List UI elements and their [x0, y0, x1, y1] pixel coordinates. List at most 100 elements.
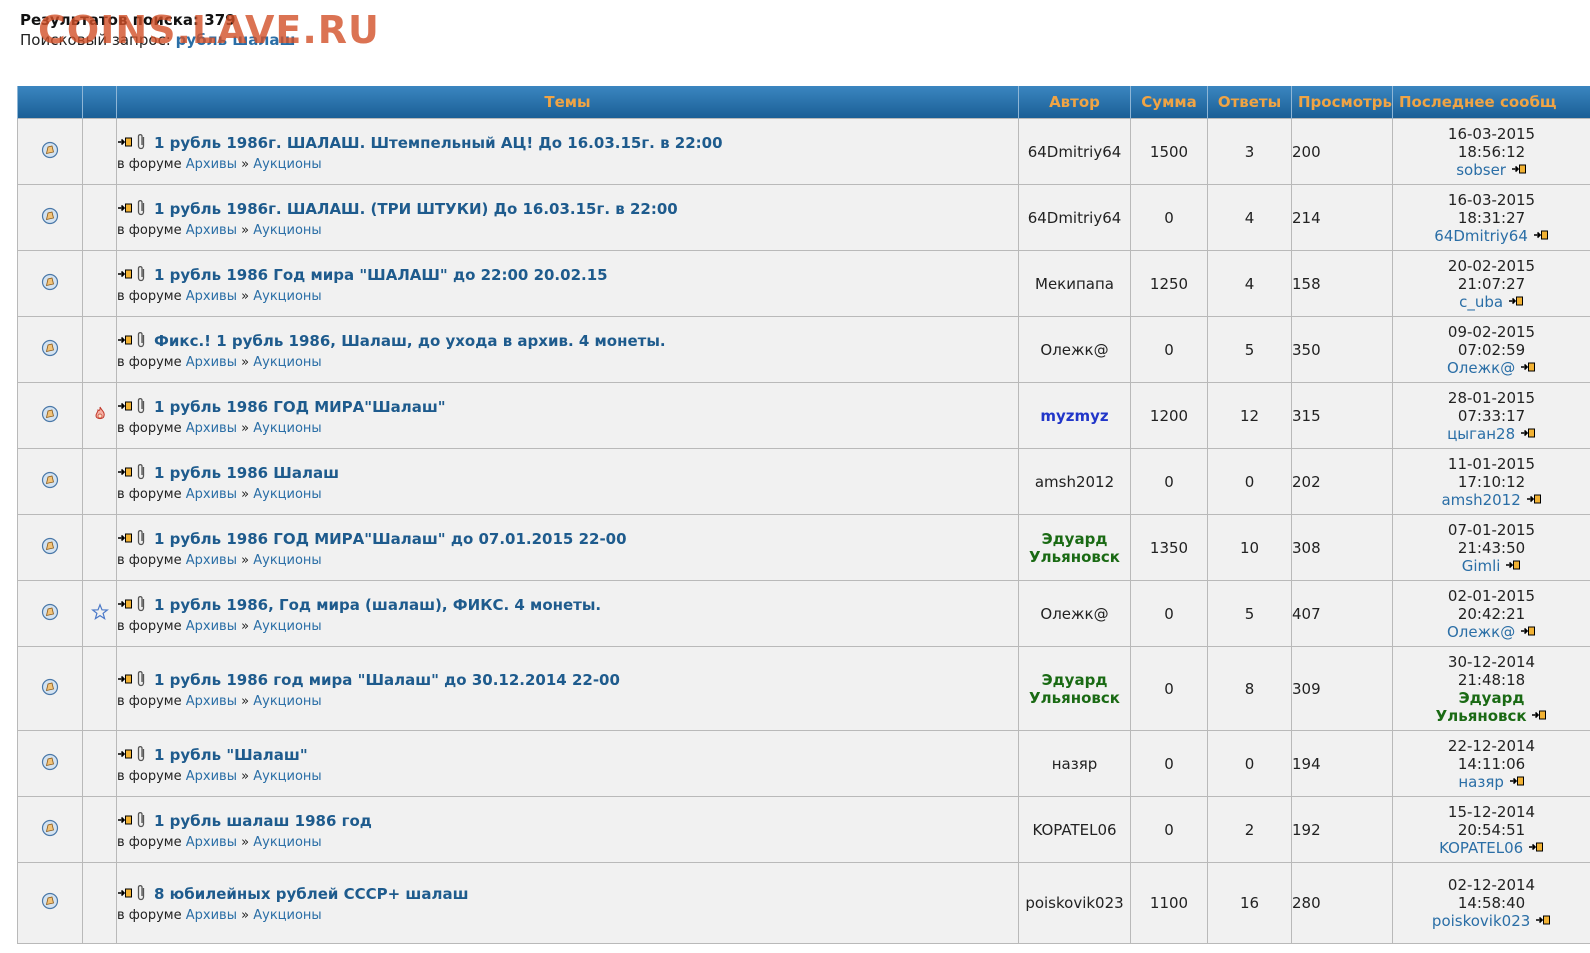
forum-path: в форуме Архивы » Аукционы	[117, 619, 1018, 634]
header-replies[interactable]: Ответы	[1207, 86, 1292, 119]
topic-title-link[interactable]: Фикс.! 1 рубль 1986, Шалаш, до ухода в а…	[154, 332, 666, 350]
author-link[interactable]: Олежк@	[1040, 605, 1108, 623]
goto-last-post-icon[interactable]	[1509, 773, 1525, 791]
replies-cell: 4	[1207, 250, 1292, 317]
goto-newest-icon[interactable]	[117, 398, 133, 416]
forum-link[interactable]: Архивы	[186, 157, 237, 172]
subforum-link[interactable]: Аукционы	[253, 769, 321, 784]
forum-link[interactable]: Архивы	[186, 769, 237, 784]
topic-title-link[interactable]: 1 рубль 1986г. ШАЛАШ. (ТРИ ШТУКИ) До 16.…	[154, 200, 678, 218]
subforum-link[interactable]: Аукционы	[253, 421, 321, 436]
goto-newest-icon[interactable]	[117, 332, 133, 350]
header-flag-col	[82, 86, 117, 119]
topic-title-link[interactable]: 1 рубль шалаш 1986 год	[154, 812, 372, 830]
goto-newest-icon[interactable]	[117, 671, 133, 689]
header-author[interactable]: Автор	[1018, 86, 1131, 119]
forum-link[interactable]: Архивы	[186, 289, 237, 304]
last-post-user-link[interactable]: Gimli	[1462, 557, 1501, 575]
forum-link[interactable]: Архивы	[186, 694, 237, 709]
goto-last-post-icon[interactable]	[1528, 839, 1544, 857]
topic-title-link[interactable]: 8 юбилейных рублей СССР+ шалаш	[154, 885, 469, 903]
last-post-user-link[interactable]: c_uba	[1459, 293, 1503, 311]
goto-newest-icon[interactable]	[117, 530, 133, 548]
author-link[interactable]: poiskovik023	[1025, 894, 1123, 912]
forum-link[interactable]: Архивы	[186, 835, 237, 850]
subforum-link[interactable]: Аукционы	[253, 908, 321, 923]
last-post-time: 21:48:18	[1457, 670, 1526, 689]
goto-last-post-icon[interactable]	[1505, 557, 1521, 575]
subforum-link[interactable]: Аукционы	[253, 223, 321, 238]
forum-link[interactable]: Архивы	[186, 619, 237, 634]
goto-newest-icon[interactable]	[117, 266, 133, 284]
author-link[interactable]: Эдуард Ульяновск	[1029, 530, 1120, 566]
subforum-link[interactable]: Аукционы	[253, 619, 321, 634]
author-link[interactable]: KOPATEL06	[1032, 821, 1116, 839]
topic-title-link[interactable]: 1 рубль 1986 Год мира "ШАЛАШ" до 22:00 2…	[154, 266, 608, 284]
goto-last-post-icon[interactable]	[1526, 491, 1542, 509]
subforum-link[interactable]: Аукционы	[253, 487, 321, 502]
last-post-user-link[interactable]: sobser	[1456, 161, 1506, 179]
goto-last-post-icon[interactable]	[1520, 425, 1536, 443]
header-views[interactable]: Просмотры	[1291, 86, 1393, 119]
author-link[interactable]: Олежк@	[1040, 341, 1108, 359]
table-row: 1 рубль 1986, Год мира (шалаш), ФИКС. 4 …	[17, 580, 1590, 647]
author-link[interactable]: amsh2012	[1035, 473, 1114, 491]
subforum-link[interactable]: Аукционы	[253, 835, 321, 850]
subforum-link[interactable]: Аукционы	[253, 694, 321, 709]
topic-title-link[interactable]: 1 рубль 1986 Шалаш	[154, 464, 339, 482]
forum-link[interactable]: Архивы	[186, 487, 237, 502]
forum-link[interactable]: Архивы	[186, 553, 237, 568]
goto-last-post-icon[interactable]	[1508, 293, 1524, 311]
topic-flag-cell	[82, 316, 117, 383]
author-link[interactable]: Эдуард Ульяновск	[1029, 671, 1120, 707]
subforum-link[interactable]: Аукционы	[253, 157, 321, 172]
topic-title-link[interactable]: 1 рубль 1986 ГОД МИРА"Шалаш"	[154, 398, 446, 416]
last-post-user-link[interactable]: 64Dmitriy64	[1434, 227, 1528, 245]
forum-link[interactable]: Архивы	[186, 223, 237, 238]
goto-last-post-icon[interactable]	[1535, 912, 1551, 930]
author-link[interactable]: Мекипапа	[1035, 275, 1114, 293]
goto-newest-icon[interactable]	[117, 885, 133, 903]
subforum-link[interactable]: Аукционы	[253, 355, 321, 370]
goto-newest-icon[interactable]	[117, 812, 133, 830]
goto-last-post-icon[interactable]	[1533, 227, 1549, 245]
topic-title-link[interactable]: 1 рубль 1986 ГОД МИРА"Шалаш" до 07.01.20…	[154, 530, 627, 548]
goto-newest-icon[interactable]	[117, 464, 133, 482]
last-post-user-link[interactable]: Олежк@	[1447, 623, 1515, 641]
last-post-user-link[interactable]: цыган28	[1447, 425, 1515, 443]
forum-link[interactable]: Архивы	[186, 908, 237, 923]
search-query-value[interactable]: рубль шалаш	[176, 31, 296, 49]
goto-newest-icon[interactable]	[117, 134, 133, 152]
goto-last-post-icon[interactable]	[1520, 623, 1536, 641]
topic-title-link[interactable]: 1 рубль "Шалаш"	[154, 746, 308, 764]
subforum-link[interactable]: Аукционы	[253, 553, 321, 568]
author-link[interactable]: myzmyz	[1040, 407, 1108, 425]
goto-newest-icon[interactable]	[117, 746, 133, 764]
forum-link[interactable]: Архивы	[186, 355, 237, 370]
topic-title-link[interactable]: 1 рубль 1986, Год мира (шалаш), ФИКС. 4 …	[154, 596, 601, 614]
forum-link[interactable]: Архивы	[186, 421, 237, 436]
last-post-date: 09-02-2015	[1447, 322, 1536, 341]
last-post-user-link[interactable]: KOPATEL06	[1439, 839, 1523, 857]
author-link[interactable]: 64Dmitriy64	[1028, 209, 1122, 227]
topic-status-cell	[17, 580, 83, 647]
last-post-user-link[interactable]: poiskovik023	[1432, 912, 1530, 930]
last-post-user-link[interactable]: назяр	[1458, 773, 1504, 791]
goto-last-post-icon[interactable]	[1531, 707, 1547, 725]
author-link[interactable]: 64Dmitriy64	[1028, 143, 1122, 161]
header-topics[interactable]: Темы	[116, 86, 1019, 119]
topic-title-link[interactable]: 1 рубль 1986 год мира "Шалаш" до 30.12.2…	[154, 671, 620, 689]
last-post-user-link[interactable]: Олежк@	[1447, 359, 1515, 377]
last-post-user-link[interactable]: Эдуард Ульяновск	[1436, 689, 1527, 725]
last-post-user-link[interactable]: amsh2012	[1441, 491, 1520, 509]
subforum-link[interactable]: Аукционы	[253, 289, 321, 304]
goto-last-post-icon[interactable]	[1520, 359, 1536, 377]
goto-newest-icon[interactable]	[117, 596, 133, 614]
author-cell: 64Dmitriy64	[1018, 184, 1131, 251]
topic-title-link[interactable]: 1 рубль 1986г. ШАЛАШ. Штемпельный АЦ! До…	[154, 134, 723, 152]
header-sum[interactable]: Сумма	[1130, 86, 1208, 119]
goto-last-post-icon[interactable]	[1511, 161, 1527, 179]
header-last-post[interactable]: Последнее сообщ	[1392, 86, 1590, 119]
author-link[interactable]: назяр	[1052, 755, 1098, 773]
goto-newest-icon[interactable]	[117, 200, 133, 218]
